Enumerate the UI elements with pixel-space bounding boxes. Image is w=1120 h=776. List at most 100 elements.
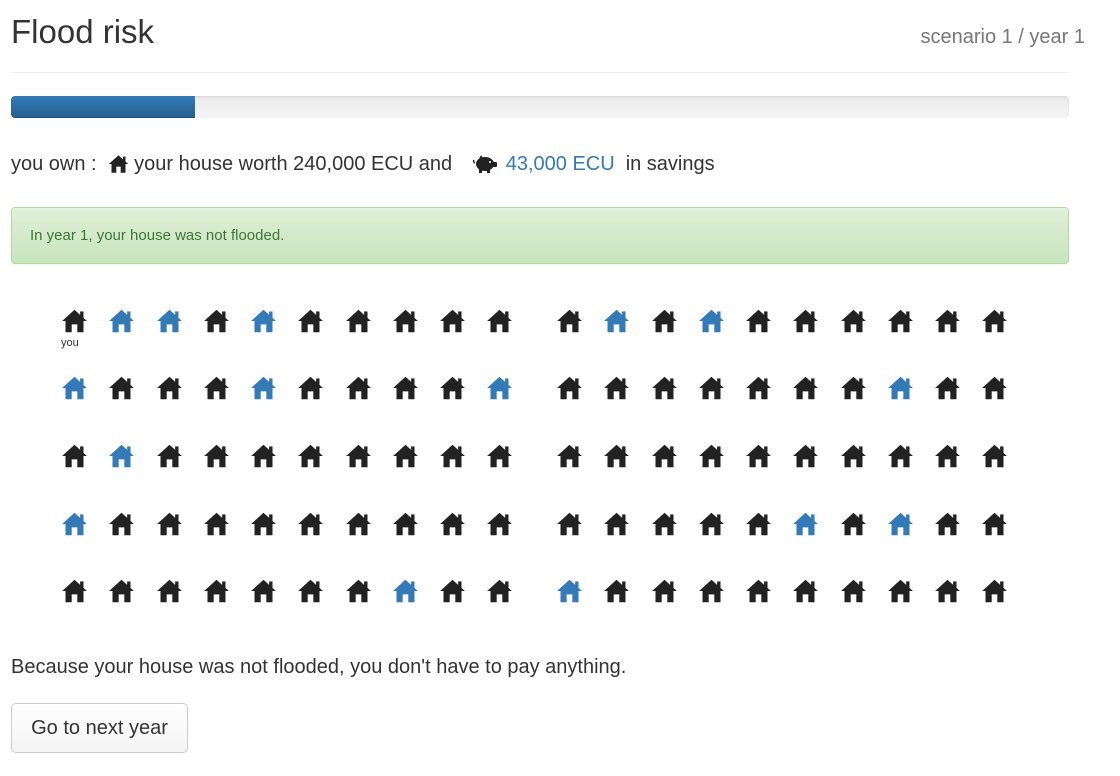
house-icon	[556, 443, 583, 469]
house-icon	[792, 443, 819, 469]
house-icon	[108, 578, 135, 604]
house-icon	[745, 511, 772, 537]
house-icon	[745, 443, 772, 469]
house-icon	[840, 443, 867, 469]
house-icon	[651, 511, 678, 537]
house-icon	[486, 308, 513, 334]
house-icon-flooded	[250, 375, 277, 401]
progress-bar	[11, 96, 1069, 118]
scenario-year-indicator: scenario 1 / year 1	[920, 26, 1085, 48]
house-icon	[250, 578, 277, 604]
house-icon-flooded	[392, 578, 419, 604]
page-title: Flood risk	[11, 13, 155, 50]
savings-amount-link[interactable]: 43,000 ECU	[506, 153, 615, 176]
flood-status-text: In year 1, your house was not flooded.	[30, 227, 285, 244]
house-icon-flooded	[61, 375, 88, 401]
house-icon	[887, 578, 914, 604]
house-icon	[934, 443, 961, 469]
house-icon-flooded	[887, 375, 914, 401]
house-icon-flooded	[108, 443, 135, 469]
house-icon	[297, 578, 324, 604]
house-icon	[297, 443, 324, 469]
house-icon	[439, 443, 466, 469]
house-icon-flooded	[486, 375, 513, 401]
house-icon-flooded	[792, 511, 819, 537]
house-icon	[745, 375, 772, 401]
house-icon	[392, 375, 419, 401]
house-icon	[981, 443, 1008, 469]
house-icon	[392, 511, 419, 537]
flood-status-alert: In year 1, your house was not flooded.	[11, 207, 1069, 264]
house-icon-flooded	[61, 511, 88, 537]
house-icon	[297, 308, 324, 334]
house-icon	[203, 511, 230, 537]
house-icon	[345, 578, 372, 604]
house-icon	[792, 578, 819, 604]
house-icon	[156, 443, 183, 469]
header-divider	[11, 72, 1069, 73]
house-icon	[439, 511, 466, 537]
house-icon	[297, 375, 324, 401]
house-icon-flooded	[250, 308, 277, 334]
house-icon	[651, 578, 678, 604]
house-icon-flooded	[108, 308, 135, 334]
house-icon	[156, 375, 183, 401]
house-icon	[603, 578, 630, 604]
house-icon	[934, 578, 961, 604]
house-icon	[887, 308, 914, 334]
house-icon	[250, 511, 277, 537]
house-icon	[840, 308, 867, 334]
house-icon	[486, 443, 513, 469]
house-icon	[556, 308, 583, 334]
savings-suffix: in savings	[625, 152, 715, 175]
house-icon	[439, 308, 466, 334]
house-icon	[108, 154, 129, 174]
house-icon	[108, 375, 135, 401]
house-icon-flooded	[556, 578, 583, 604]
house-icon	[934, 511, 961, 537]
house-icon	[840, 375, 867, 401]
house-icon	[840, 578, 867, 604]
house-icon	[61, 578, 88, 604]
house-icon	[156, 511, 183, 537]
house-icon-flooded	[887, 511, 914, 537]
payment-message: Because your house was not flooded, you …	[11, 656, 627, 678]
house-icon	[203, 375, 230, 401]
house-icon	[486, 511, 513, 537]
house-icon	[698, 443, 725, 469]
house-icon	[745, 308, 772, 334]
house-icon	[840, 511, 867, 537]
house-icon	[439, 375, 466, 401]
house-icon	[203, 578, 230, 604]
house-icon	[745, 578, 772, 604]
house-icon	[203, 308, 230, 334]
ownership-prefix: you own :	[11, 152, 103, 175]
house-icon	[792, 308, 819, 334]
house-icon	[556, 375, 583, 401]
house-icon	[603, 443, 630, 469]
house-icon-flooded	[156, 308, 183, 334]
house-icon	[108, 511, 135, 537]
house-icon	[61, 308, 88, 334]
next-year-button[interactable]: Go to next year	[11, 703, 188, 753]
house-icon	[603, 511, 630, 537]
house-icon	[981, 511, 1008, 537]
house-icon	[345, 375, 372, 401]
house-icon	[345, 511, 372, 537]
ownership-summary: you own : your house worth 240,000 ECU a…	[11, 150, 715, 178]
progress-bar-fill	[11, 96, 196, 118]
house-icon-flooded	[603, 308, 630, 334]
house-worth-text: your house worth 240,000 ECU and	[134, 152, 458, 175]
house-icon	[698, 578, 725, 604]
house-icon	[345, 308, 372, 334]
house-icon	[61, 443, 88, 469]
piggy-bank-icon	[472, 154, 498, 174]
house-icon	[651, 375, 678, 401]
house-icon	[981, 578, 1008, 604]
you-marker-label: you	[61, 337, 79, 349]
house-icon-flooded	[698, 308, 725, 334]
house-icon	[651, 308, 678, 334]
house-icon	[156, 578, 183, 604]
house-icon	[439, 578, 466, 604]
house-icon	[792, 375, 819, 401]
